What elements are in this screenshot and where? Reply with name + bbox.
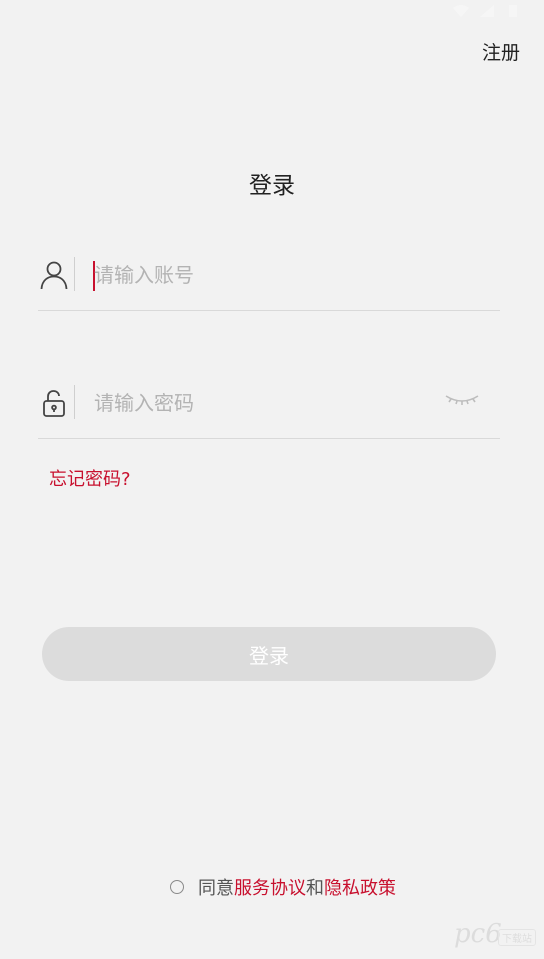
account-input[interactable] — [94, 258, 424, 292]
field-divider — [74, 257, 75, 291]
privacy-link[interactable]: 隐私政策 — [324, 874, 396, 900]
register-link[interactable]: 注册 — [482, 38, 520, 65]
account-field — [38, 246, 500, 311]
agreement-conjunction: 和 — [306, 878, 324, 899]
watermark: pc6 下载站 — [452, 919, 536, 953]
password-input[interactable] — [94, 386, 424, 420]
login-button[interactable]: 登录 — [42, 627, 496, 681]
agreement-prefix: 同意 — [198, 878, 234, 899]
forgot-password-link[interactable]: 忘记密码? — [49, 465, 131, 491]
signal-icon — [478, 3, 496, 17]
page-title: 登录 — [249, 173, 295, 199]
password-field — [38, 374, 500, 439]
status-bar — [0, 0, 544, 22]
user-icon — [38, 259, 70, 291]
status-icons — [452, 3, 522, 17]
agreement-radio[interactable] — [170, 880, 184, 894]
unlock-icon — [38, 387, 70, 419]
field-divider — [74, 385, 75, 419]
terms-link[interactable]: 服务协议 — [234, 874, 306, 900]
watermark-text: pc6 — [454, 919, 502, 949]
wifi-icon — [452, 3, 470, 17]
watermark-tag: 下载站 — [498, 929, 536, 946]
agreement: 同意 服务协议 和 隐私政策 — [170, 875, 396, 899]
battery-icon — [504, 3, 522, 17]
eye-closed-icon[interactable] — [442, 390, 482, 410]
